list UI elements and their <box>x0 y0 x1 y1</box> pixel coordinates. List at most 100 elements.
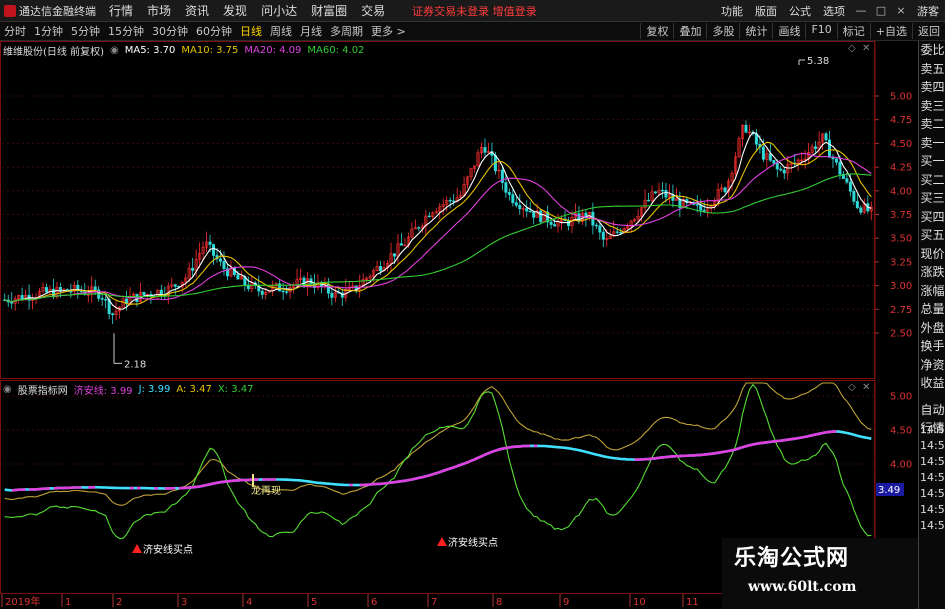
candle-body <box>100 298 104 300</box>
buy-signal-arrow <box>437 537 447 546</box>
watermark-title: 乐淘公式网 <box>734 545 850 571</box>
indicator-settings-icon[interactable]: ◉ <box>3 384 12 395</box>
sidebar-price[interactable]: 现价 <box>919 245 945 264</box>
app-logo: 通达信金融终端 <box>0 3 102 19</box>
menu-bar: 通达信金融终端 行情 市场 资讯 发现 问小达 财富圈 交易 证券交易未登录 增… <box>0 0 945 22</box>
sidebar-turnover[interactable]: 换手 <box>919 337 945 356</box>
period-more[interactable]: 更多 > <box>367 23 410 39</box>
sidebar-change-pct[interactable]: 涨幅 <box>919 282 945 301</box>
candle-body <box>483 147 487 153</box>
price-tick-label: 4.75 <box>890 115 912 126</box>
period-daily[interactable]: 日线 <box>236 23 266 39</box>
ma60-label: MA60: 4.02 <box>307 45 365 56</box>
candle-body <box>222 261 226 269</box>
candle-body <box>173 284 177 287</box>
sidebar-sell5[interactable]: 卖五 <box>919 60 945 79</box>
candle-body <box>285 291 289 293</box>
sidebar-outer-vol[interactable]: 外盘 <box>919 319 945 338</box>
login-warning[interactable]: 证券交易未登录 增值登录 <box>412 3 537 19</box>
sidebar-earnings[interactable]: 收益 <box>919 374 945 393</box>
sidebar-buy5[interactable]: 买五 <box>919 226 945 245</box>
menu-quotes[interactable]: 行情 <box>102 2 140 19</box>
sidebar-buy1[interactable]: 买一 <box>919 152 945 171</box>
candle-body <box>775 162 779 170</box>
candle-body <box>664 190 668 198</box>
candle-body <box>111 313 115 316</box>
date-tick-label: 8 <box>496 597 502 608</box>
menu-wealth[interactable]: 财富圈 <box>304 2 354 19</box>
menu-formula[interactable]: 公式 <box>783 3 817 19</box>
menu-ask[interactable]: 问小达 <box>254 2 304 19</box>
period-30min[interactable]: 30分钟 <box>148 23 192 39</box>
settings-circle-icon[interactable]: ◉ <box>110 45 119 56</box>
guest-label[interactable]: 游客 <box>911 3 945 19</box>
panel-diamond-icon[interactable]: ◇ <box>848 43 856 54</box>
sidebar-auto[interactable]: 自动 <box>919 401 945 420</box>
candle-body <box>615 231 619 233</box>
candle-body <box>392 253 396 257</box>
kline-chart[interactable]: 5.00 4.75 4.50 4.25 4.00 3.75 3.50 3.25 3.00 2.75… <box>0 41 918 609</box>
menu-news[interactable]: 资讯 <box>178 2 216 19</box>
menu-layout[interactable]: 版面 <box>749 3 783 19</box>
period-15min[interactable]: 15分钟 <box>104 23 148 39</box>
indicator-lines <box>4 382 872 540</box>
tick-time: 14:5 <box>920 519 945 532</box>
menu-function[interactable]: 功能 <box>715 3 749 19</box>
low-price-label: 2.18 <box>124 359 146 370</box>
candle-body <box>723 187 727 193</box>
tool-adjust[interactable]: 复权 <box>640 23 673 39</box>
candle-body <box>702 209 706 212</box>
menu-market[interactable]: 市场 <box>140 2 178 19</box>
period-weekly[interactable]: 周线 <box>266 23 296 39</box>
candle-body <box>452 200 456 203</box>
tool-draw[interactable]: 画线 <box>772 23 805 39</box>
price-tick-label: 3.75 <box>890 210 912 221</box>
candle-body <box>379 266 383 272</box>
menu-discover[interactable]: 发现 <box>216 2 254 19</box>
close-button[interactable]: × <box>891 4 911 17</box>
candle-body <box>58 287 62 291</box>
tool-back[interactable]: 返回 <box>912 23 945 39</box>
tool-multistock[interactable]: 多股 <box>706 23 739 39</box>
sidebar-sell3[interactable]: 卖三 <box>919 97 945 116</box>
candle-body <box>852 190 856 202</box>
panel-close-icon[interactable]: ✕ <box>862 43 870 54</box>
sidebar-sell4[interactable]: 卖四 <box>919 78 945 97</box>
menu-trade[interactable]: 交易 <box>354 2 392 19</box>
period-monthly[interactable]: 月线 <box>296 23 326 39</box>
period-intraday[interactable]: 分时 <box>0 23 30 39</box>
sidebar-buy2[interactable]: 买二 <box>919 171 945 190</box>
tool-add-watchlist[interactable]: +自选 <box>869 23 912 39</box>
sidebar-net-assets[interactable]: 净资 <box>919 356 945 375</box>
maximize-button[interactable]: □ <box>871 4 891 17</box>
candle-body <box>827 139 831 158</box>
indicator-diamond-icon[interactable]: ◇ <box>848 382 856 393</box>
sidebar-sell2[interactable]: 卖二 <box>919 115 945 134</box>
tool-overlay[interactable]: 叠加 <box>673 23 706 39</box>
indicator-tick-label: 4.50 <box>890 426 912 437</box>
j-label: J: 3.99 <box>138 384 171 395</box>
sidebar-change[interactable]: 涨跌 <box>919 263 945 282</box>
period-60min[interactable]: 60分钟 <box>192 23 236 39</box>
sidebar-sell1[interactable]: 卖一 <box>919 134 945 153</box>
candle-body <box>528 210 532 213</box>
sidebar-buy4[interactable]: 买四 <box>919 208 945 227</box>
date-tick-label: 2 <box>116 597 122 608</box>
candle-body <box>824 133 828 141</box>
tool-stats[interactable]: 统计 <box>739 23 772 39</box>
period-5min[interactable]: 5分钟 <box>67 23 104 39</box>
period-multi[interactable]: 多周期 <box>326 23 367 39</box>
sidebar-volume[interactable]: 总量 <box>919 300 945 319</box>
candle-body <box>660 189 664 192</box>
minimize-button[interactable]: — <box>851 4 871 17</box>
indicator-close-icon[interactable]: ✕ <box>862 382 870 393</box>
candle-body <box>417 227 421 229</box>
indicator-legend: ◉ 股票指标网 济安线: 3.99 J: 3.99 A: 3.47 X: 3.4… <box>3 382 253 397</box>
sidebar-buy3[interactable]: 买三 <box>919 189 945 208</box>
tool-f10[interactable]: F10 <box>805 23 836 39</box>
period-1min[interactable]: 1分钟 <box>30 23 67 39</box>
candle-body <box>69 291 73 293</box>
tool-mark[interactable]: 标记 <box>836 23 870 39</box>
sidebar-entrust-ratio[interactable]: 委比 <box>919 41 945 60</box>
menu-options[interactable]: 选项 <box>817 3 851 19</box>
